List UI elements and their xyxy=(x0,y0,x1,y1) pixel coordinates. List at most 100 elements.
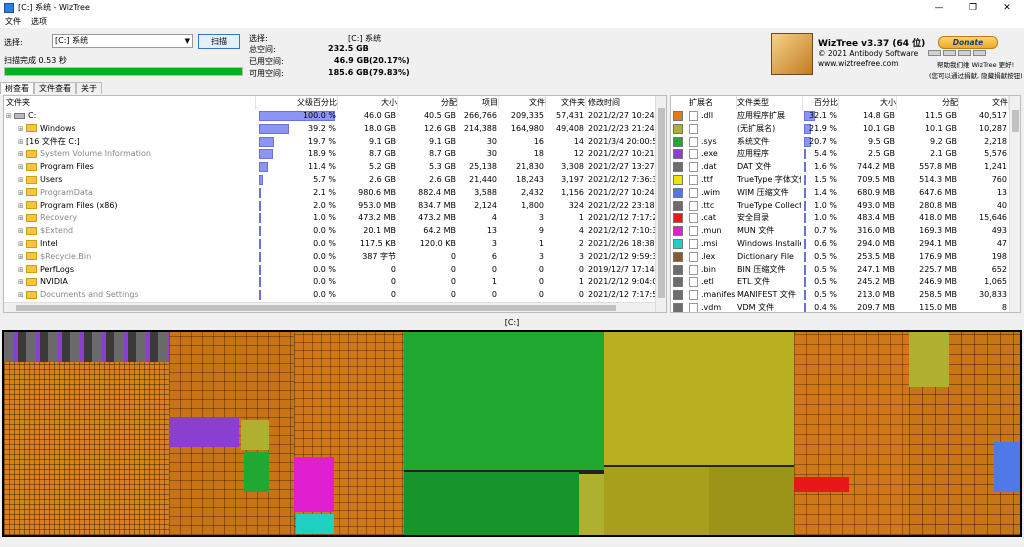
treemap-block-noext-2[interactable] xyxy=(579,474,604,535)
table-row[interactable]: ⊞ System Volume Information 18.9 % 8.7 GB 8.… xyxy=(4,148,656,161)
treemap-block-sys-small[interactable] xyxy=(244,452,269,492)
table-row[interactable]: ⊞ PerfLogs 0.0 % 0 0 0 0 0 2019/12/7 17:14:52 xyxy=(4,264,656,277)
type-column-header-5[interactable]: 文件 xyxy=(961,96,1009,110)
treemap-block-exe[interactable] xyxy=(169,417,239,447)
column-header-4[interactable]: 项目 xyxy=(460,96,499,110)
column-header-7[interactable]: 修改时间 xyxy=(588,96,658,110)
table-row[interactable]: ⊞ Recovery 1.0 % 473.2 MB 473.2 MB 4 3 1 2021/2/… xyxy=(4,212,656,225)
expand-icon[interactable]: ⊞ xyxy=(18,200,26,213)
column-header-3[interactable]: 分配 xyxy=(400,96,458,110)
treemap-block-users-noext[interactable] xyxy=(909,332,949,387)
type-column-header-4[interactable]: 分配 xyxy=(899,96,959,110)
folder-tree-hscroll[interactable] xyxy=(4,302,655,312)
table-row[interactable]: ⊞ ProgramData 2.1 % 980.6 MB 882.4 MB 3,588 2,… xyxy=(4,187,656,200)
type-row[interactable]: .ttc TrueType Collectio 1.0 % 493.0 MB 280.8… xyxy=(671,200,1010,213)
type-row[interactable]: .cat 安全目录 1.0 % 483.4 MB 418.0 MB 15,646 xyxy=(671,212,1010,225)
treemap-block-hiberfil[interactable] xyxy=(404,472,579,535)
column-header-0[interactable]: 文件夹 xyxy=(6,96,256,110)
type-row[interactable]: .etl ETL 文件 0.5 % 245.2 MB 246.9 MB 1,065 xyxy=(671,276,1010,289)
treemap-label: [C:] xyxy=(504,318,520,327)
table-row[interactable]: ⊞ Documents and Settings 0.0 % 0 0 0 0 0 2021/2/… xyxy=(4,289,656,302)
treemap-block-windows[interactable] xyxy=(4,332,169,535)
treemap-block-msi[interactable] xyxy=(296,514,334,534)
modified-cell: 2021/2/27 10:21:58 xyxy=(588,149,656,159)
expand-icon[interactable]: ⊞ xyxy=(18,187,26,200)
column-header-2[interactable]: 大小 xyxy=(340,96,398,110)
table-row[interactable]: ⊞ Program Files (x86) 2.0 % 953.0 MB 834.7 M… xyxy=(4,200,656,213)
minimize-button[interactable]: — xyxy=(922,0,956,15)
table-row[interactable]: ⊞ NVIDIA 0.0 % 0 0 1 0 1 2021/2/12 9:04:07 xyxy=(4,276,656,289)
table-row[interactable]: ⊞ [16 文件在 C:] 19.7 % 9.1 GB 9.1 GB 30 16 14 2021… xyxy=(4,136,656,149)
website-link[interactable]: www.wiztreefree.com xyxy=(818,59,899,68)
type-row[interactable]: .ttf TrueType 字体文件 1.5 % 709.5 MB 514.3 MB 76… xyxy=(671,174,1010,187)
treemap[interactable] xyxy=(2,330,1022,537)
treemap-block-mun[interactable] xyxy=(294,457,334,512)
table-row[interactable]: ⊞ $Extend 0.0 % 20.1 MB 64.2 MB 13 9 4 2021/2/12… xyxy=(4,225,656,238)
file-types-table[interactable]: 扩展名 文件类型 百分比 大小 分配 文件 .dll 应用程序扩展 32.1 % 14.8 GB… xyxy=(670,95,1021,313)
expand-icon[interactable]: ⊞ xyxy=(18,264,26,277)
expand-icon[interactable]: ⊞ xyxy=(6,110,14,123)
type-row[interactable]: (无扩展名) 21.9 % 10.1 GB 10.1 GB 10,287 xyxy=(671,123,1010,136)
treemap-block-svi-3[interactable] xyxy=(709,467,794,535)
tab-tree-view[interactable]: 树查看 xyxy=(0,82,34,94)
treemap-block-wim[interactable] xyxy=(994,442,1020,492)
type-column-header-1[interactable]: 文件类型 xyxy=(737,96,803,110)
type-column-header-0[interactable]: 扩展名 xyxy=(689,96,737,110)
treemap-block-svi[interactable] xyxy=(604,332,794,465)
type-column-header-3[interactable]: 大小 xyxy=(841,96,897,110)
drive-select[interactable]: [C:] 系统 ▼ xyxy=(52,34,193,48)
type-row[interactable]: .vdm VDM 文件 0.4 % 209.7 MB 115.0 MB 8 xyxy=(671,302,1010,312)
close-button[interactable]: ✕ xyxy=(990,0,1024,15)
expand-icon[interactable]: ⊞ xyxy=(18,136,26,149)
type-row[interactable]: .mun MUN 文件 0.7 % 316.0 MB 169.3 MB 493 xyxy=(671,225,1010,238)
type-row[interactable]: .lex Dictionary File 0.5 % 253.5 MB 176.9 MB… xyxy=(671,251,1010,264)
folder-tree-table[interactable]: 文件夹 父级百分比 大小 分配 项目 文件 文件夹 修改时间 ⊞ C: 100.0 % 46.0 G… xyxy=(3,95,667,313)
expand-icon[interactable]: ⊞ xyxy=(18,238,26,251)
view-tabs: 树查看 文件查看 关于 xyxy=(0,82,102,94)
treemap-block-pagefile[interactable] xyxy=(404,332,604,470)
expand-icon[interactable]: ⊞ xyxy=(18,148,26,161)
type-row[interactable]: .dat DAT 文件 1.6 % 744.2 MB 557.8 MB 1,241 xyxy=(671,161,1010,174)
column-header-6[interactable]: 文件夹 xyxy=(548,96,586,110)
files-cell: 3 xyxy=(538,213,544,223)
maximize-button[interactable]: ❐ xyxy=(956,0,990,15)
menu-options[interactable]: 选项 xyxy=(26,16,52,27)
treemap-block-winsxs[interactable] xyxy=(4,332,169,362)
expand-icon[interactable]: ⊞ xyxy=(18,251,26,264)
type-row[interactable]: .sys 系统文件 20.7 % 9.5 GB 9.2 GB 2,218 xyxy=(671,136,1010,149)
expand-icon[interactable]: ⊞ xyxy=(18,123,26,136)
column-header-1[interactable]: 父级百分比 xyxy=(258,96,338,110)
expand-icon[interactable]: ⊞ xyxy=(18,161,26,174)
table-row[interactable]: ⊞ $Recycle.Bin 0.0 % 387 字节 0 6 3 3 2021/2/12 9:… xyxy=(4,251,656,264)
expand-icon[interactable]: ⊞ xyxy=(18,225,26,238)
expand-icon[interactable]: ⊞ xyxy=(18,212,26,225)
expand-icon[interactable]: ⊞ xyxy=(18,276,26,289)
treemap-block-svi-2[interactable] xyxy=(604,467,709,535)
column-header-5[interactable]: 文件 xyxy=(501,96,546,110)
type-row[interactable]: .exe 应用程序 5.4 % 2.5 GB 2.1 GB 5,576 xyxy=(671,148,1010,161)
menu-file[interactable]: 文件 xyxy=(0,16,26,27)
table-row[interactable]: ⊞ Users 5.7 % 2.6 GB 2.6 GB 21,440 18,243 3,197… xyxy=(4,174,656,187)
table-row[interactable]: ⊞ Windows 39.2 % 18.0 GB 12.6 GB 214,388 164,9… xyxy=(4,123,656,136)
type-row[interactable]: .bin BIN 压缩文件 0.5 % 247.1 MB 225.7 MB 652 xyxy=(671,264,1010,277)
type-row[interactable]: .wim WIM 压缩文件 1.4 % 680.9 MB 647.6 MB 13 xyxy=(671,187,1010,200)
type-row[interactable]: .dll 应用程序扩展 32.1 % 14.8 GB 11.5 GB 40,517 xyxy=(671,110,1010,123)
treemap-block-cat[interactable] xyxy=(794,477,849,492)
file-types-vscroll[interactable] xyxy=(1009,96,1020,312)
donate-button[interactable]: Donate xyxy=(938,36,998,49)
scan-button[interactable]: 扫描 xyxy=(198,34,240,49)
type-row[interactable]: .manifes MANIFEST 文件 0.5 % 213.0 MB 258.5 MB… xyxy=(671,289,1010,302)
table-row[interactable]: ⊞ Intel 0.0 % 117.5 KB 120.0 KB 3 1 2 2021/2/26 … xyxy=(4,238,656,251)
type-column-header-2[interactable]: 百分比 xyxy=(803,96,839,110)
treemap-block-program-files[interactable] xyxy=(794,332,909,535)
table-row[interactable]: ⊞ Program Files 11.4 % 5.2 GB 5.3 GB 25,138 21… xyxy=(4,161,656,174)
expand-icon[interactable]: ⊞ xyxy=(18,289,26,302)
type-row[interactable]: .msi Windows Installer I 0.6 % 294.0 MB 294.… xyxy=(671,238,1010,251)
tab-about[interactable]: 关于 xyxy=(76,82,102,94)
expand-icon[interactable]: ⊞ xyxy=(18,174,26,187)
tab-file-view[interactable]: 文件查看 xyxy=(34,82,76,94)
files-cell: 493 xyxy=(991,226,1007,236)
table-row[interactable]: ⊞ C: 100.0 % 46.0 GB 40.5 GB 266,766 209,335 57… xyxy=(4,110,656,123)
treemap-block-noext[interactable] xyxy=(241,420,269,450)
folder-tree-vscroll[interactable] xyxy=(655,96,666,312)
